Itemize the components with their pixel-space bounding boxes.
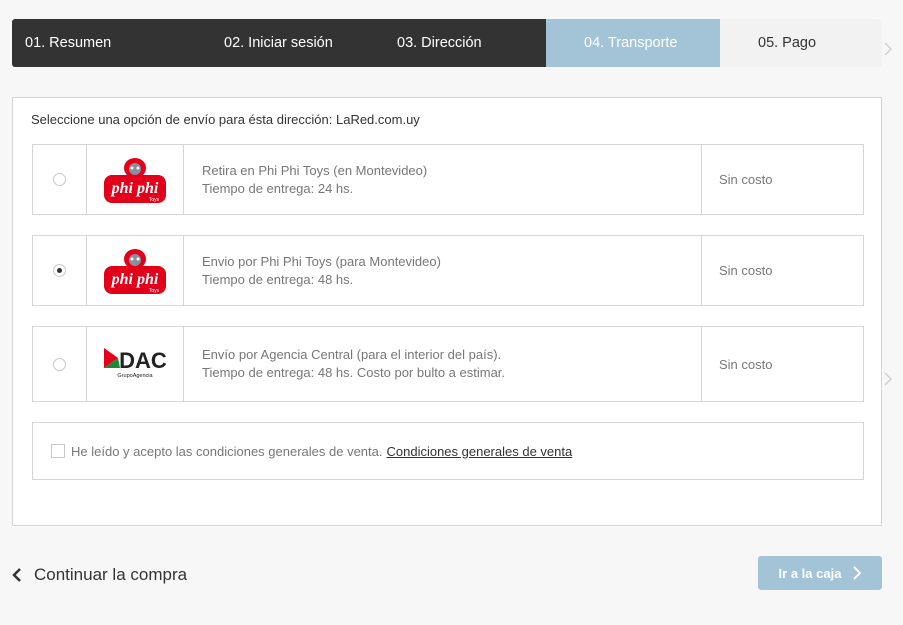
delivery-radio-agencia-central[interactable]: [53, 357, 66, 371]
terms-link[interactable]: Condiciones generales de venta: [386, 444, 572, 459]
continue-label: Continuar la compra: [34, 565, 188, 584]
option-title: Envio por Phi Phi Toys (para Montevideo): [202, 253, 441, 269]
delivery-radio-phiphi-delivery[interactable]: [53, 264, 66, 277]
checkout-steps: 01. Resumen 02. Iniciar sesión 03. Direc…: [12, 19, 882, 67]
radio-cell[interactable]: [33, 145, 87, 214]
terms-box: He leído y acepto las condiciones genera…: [32, 422, 864, 480]
chevron-right-icon: [853, 566, 862, 580]
logo-cell: phi phi Toys: [87, 145, 184, 214]
option-description: Envio por Phi Phi Toys (para Montevideo)…: [184, 236, 702, 305]
logo-text: DAC: [119, 348, 167, 373]
step-label: 05. Pago: [758, 35, 817, 51]
chevron-right-icon: [884, 372, 893, 386]
delivery-panel: Seleccione una opción de envío para ésta…: [12, 97, 882, 526]
option-description: Retira en Phi Phi Toys (en Montevideo) T…: [184, 145, 702, 214]
delivery-option-agencia-central[interactable]: DAC GrupoAgencia Envío por Agencia Centr…: [32, 326, 864, 402]
radio-cell[interactable]: [33, 327, 87, 401]
step-address[interactable]: 03. Dirección: [360, 19, 546, 67]
chevron-left-icon: [12, 568, 21, 582]
terms-label[interactable]: He leído y acepto las condiciones genera…: [71, 444, 382, 459]
option-price: Sin costo: [702, 236, 863, 305]
step-label: 01. Resumen: [25, 35, 112, 51]
logo-text: phi phi: [110, 180, 159, 197]
chevron-right-icon: [884, 42, 893, 56]
checkout-label: Ir a la caja: [778, 565, 842, 581]
option-detail: Tiempo de entrega: 48 hs. Costo por bult…: [202, 365, 506, 380]
terms-checkbox[interactable]: [51, 444, 65, 458]
step-login[interactable]: 02. Iniciar sesión: [185, 19, 360, 67]
price-text: Sin costo: [719, 172, 773, 187]
step-label: 04. Transporte: [584, 35, 678, 51]
delivery-intro: Seleccione una opción de envío para ésta…: [31, 112, 420, 127]
option-description: Envío por Agencia Central (para el inter…: [184, 327, 702, 401]
delivery-radio-pickup[interactable]: [53, 173, 66, 186]
step-summary[interactable]: 01. Resumen: [12, 19, 185, 67]
step-label: 02. Iniciar sesión: [224, 35, 333, 51]
price-text: Sin costo: [719, 356, 773, 372]
step-label: 03. Dirección: [397, 35, 482, 51]
option-detail: Tiempo de entrega: 48 hs.: [202, 271, 354, 287]
radio-cell[interactable]: [33, 236, 87, 305]
delivery-option-phiphi-delivery[interactable]: phi phi Toys Envio por Phi Phi Toys (par…: [32, 235, 864, 306]
option-title: Envío por Agencia Central (para el inter…: [202, 347, 502, 362]
step-payment: 05. Pago: [720, 19, 882, 67]
logo-cell: phi phi Toys: [87, 236, 184, 305]
continue-shopping-button[interactable]: Continuar la compra: [12, 565, 187, 585]
delivery-option-pickup[interactable]: phi phi Toys Retira en Phi Phi Toys (en …: [32, 144, 864, 215]
price-text: Sin costo: [719, 263, 773, 278]
option-price: Sin costo: [702, 327, 863, 401]
option-price: Sin costo: [702, 145, 863, 214]
option-detail: Tiempo de entrega: 24 hs.: [202, 180, 354, 196]
logo-subtext: Toys: [149, 197, 160, 203]
logo-subtext: Toys: [149, 288, 160, 294]
dac-logo: DAC GrupoAgencia: [104, 348, 167, 379]
phiphi-toys-logo: phi phi Toys: [104, 157, 166, 203]
checkout-button[interactable]: Ir a la caja: [758, 556, 882, 590]
logo-text: phi phi: [110, 271, 159, 288]
step-shipping: 04. Transporte: [546, 19, 720, 67]
logo-cell: DAC GrupoAgencia: [87, 327, 184, 401]
phiphi-toys-logo: phi phi Toys: [104, 248, 166, 294]
logo-subtext: GrupoAgencia: [117, 373, 153, 379]
option-title: Retira en Phi Phi Toys (en Montevideo): [202, 162, 428, 178]
